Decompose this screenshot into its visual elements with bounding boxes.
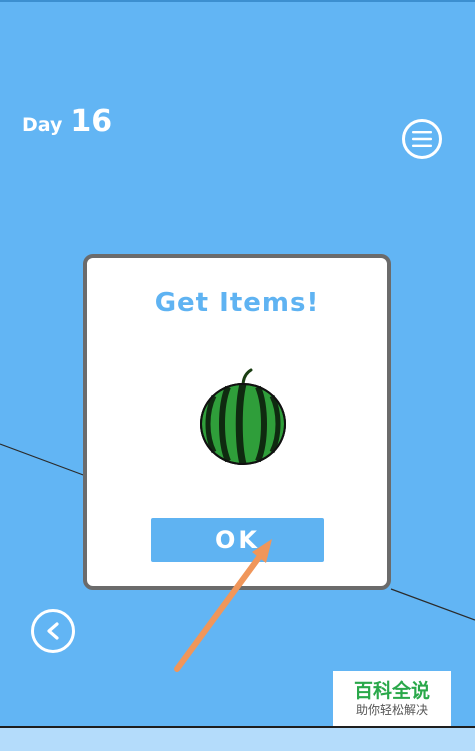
back-button[interactable] [31,609,75,653]
menu-button[interactable] [402,119,442,159]
menu-icon [412,131,432,147]
watermark-logo: 百科全说 助你轻松解决 [333,671,451,727]
watermark-title: 百科全说 [353,680,430,702]
day-counter: Day 16 [22,104,112,139]
back-arrow-icon [47,622,59,640]
dialog-title: Get Items! [154,288,320,318]
ok-button[interactable]: OK [151,518,324,562]
day-number: 16 [70,104,113,139]
get-items-dialog: Get Items! OK [83,254,391,590]
game-screen: Day 16 Get Items! OK 百科全说 助你轻松解决 [0,0,475,751]
watermelon-icon [200,368,286,465]
watermark-subtitle: 助你轻松解决 [355,703,428,717]
day-word: Day [22,114,63,136]
bottom-bar [0,726,475,751]
